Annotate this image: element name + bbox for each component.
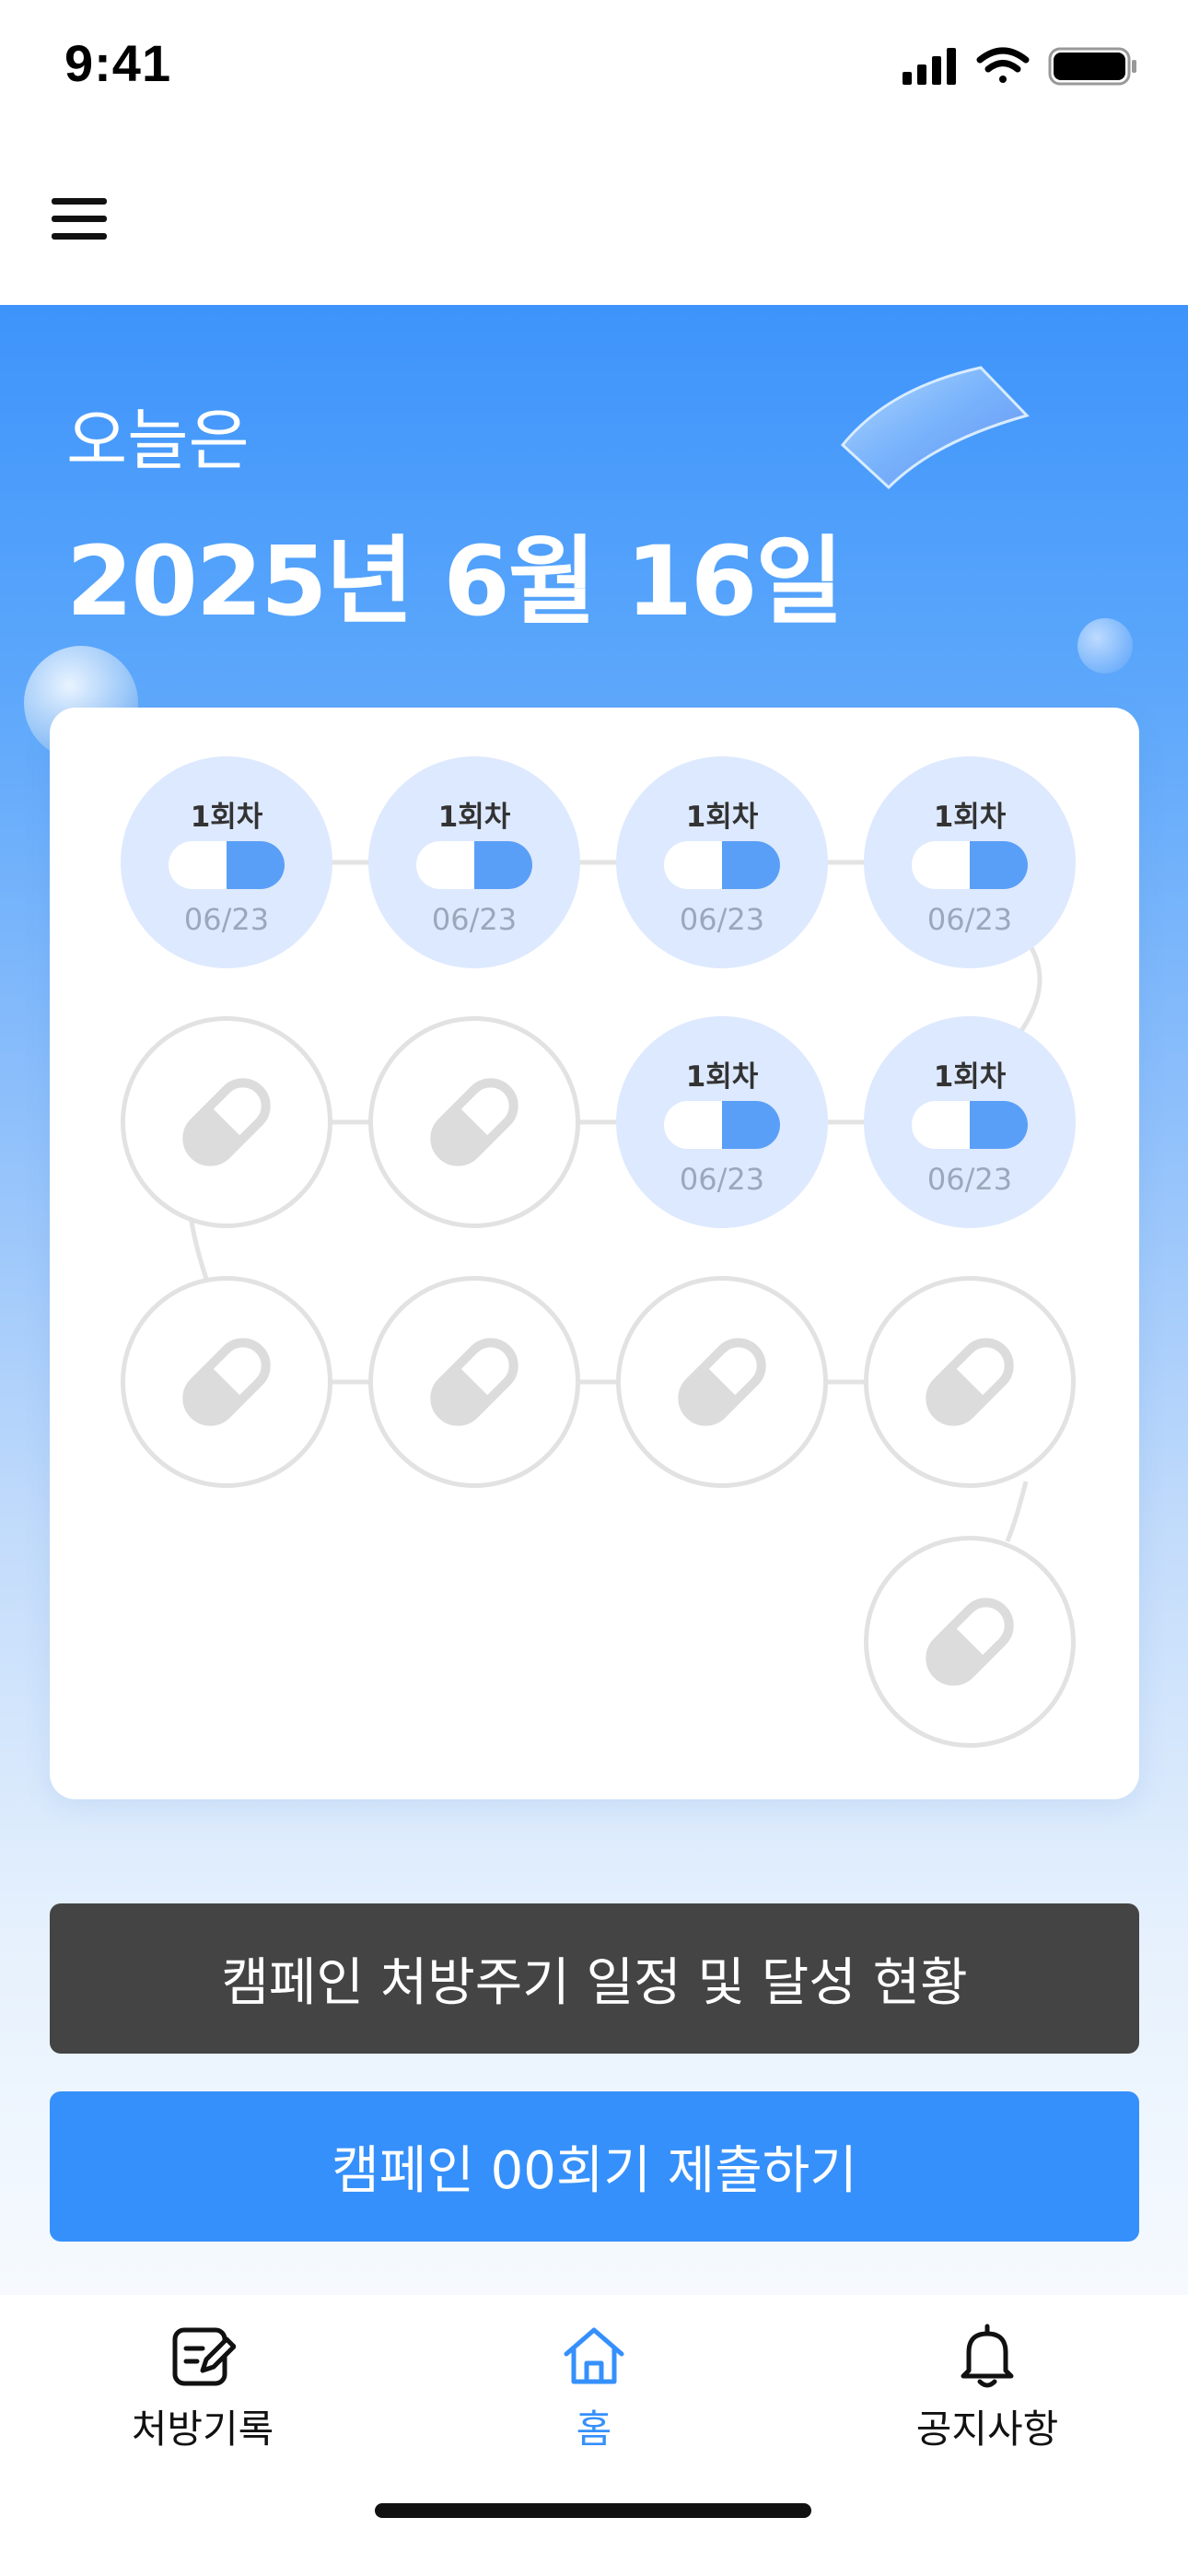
progress-node-done: 1회차 06/23	[864, 1016, 1076, 1228]
node-label: 1회차	[933, 801, 1007, 834]
today-date: 2025년 6월 16일	[66, 525, 844, 638]
home-indicator	[375, 2503, 811, 2518]
capsule-icon	[910, 839, 1030, 891]
node-date: 06/23	[679, 1162, 765, 1197]
capsule-outline-icon	[176, 1331, 277, 1433]
progress-node-done: 1회차 06/23	[368, 756, 580, 968]
bell-icon	[961, 2324, 1014, 2388]
campaign-submit-button[interactable]: 캠페인 00회기 제출하기	[50, 2091, 1139, 2242]
hamburger-icon[interactable]	[52, 198, 112, 244]
battery-icon	[1048, 47, 1136, 86]
status-icons	[903, 47, 1136, 86]
capsule-outline-icon	[919, 1591, 1020, 1692]
capsule-icon	[910, 1099, 1030, 1151]
capsule-icon	[662, 839, 782, 891]
node-label: 1회차	[437, 801, 511, 834]
tab-label: 처방기록	[131, 2406, 274, 2452]
hero-subtitle: 오늘은	[66, 402, 250, 479]
capsule-outline-icon	[919, 1331, 1020, 1433]
progress-node-pending	[368, 1276, 580, 1488]
progress-node-pending	[864, 1276, 1076, 1488]
progress-node-pending	[864, 1536, 1076, 1748]
capsule-icon	[167, 839, 286, 891]
campaign-schedule-button[interactable]: 캠페인 처방주기 일정 및 달성 현황	[50, 1903, 1139, 2054]
tab-home[interactable]: 홈	[483, 2323, 705, 2479]
decorative-glass-shape	[840, 366, 1030, 489]
cellular-signal-icon	[903, 48, 956, 85]
node-date: 06/23	[183, 902, 270, 937]
node-date: 06/23	[926, 1162, 1013, 1197]
bottom-tab-bar: 처방기록 홈 공지사항	[0, 2295, 1188, 2576]
progress-node-done: 1회차 06/23	[121, 756, 332, 968]
progress-node-done: 1회차 06/23	[864, 756, 1076, 968]
tab-label: 공지사항	[915, 2406, 1059, 2452]
progress-node-pending	[616, 1276, 828, 1488]
tab-label: 홈	[576, 2406, 612, 2452]
prescription-edit-icon	[172, 2327, 236, 2386]
node-date: 06/23	[431, 902, 518, 937]
node-label: 1회차	[685, 1060, 759, 1094]
app-header	[0, 134, 1188, 305]
tab-prescription-record[interactable]: 처방기록	[92, 2323, 313, 2479]
status-bar: 9:41	[0, 0, 1188, 134]
tab-notice[interactable]: 공지사항	[877, 2323, 1098, 2479]
capsule-outline-icon	[424, 1071, 525, 1173]
decorative-bubble	[1077, 618, 1133, 673]
capsule-outline-icon	[176, 1071, 277, 1173]
node-label: 1회차	[685, 801, 759, 834]
progress-node-pending	[121, 1276, 332, 1488]
progress-node-pending	[121, 1016, 332, 1228]
progress-node-done: 1회차 06/23	[616, 756, 828, 968]
node-label: 1회차	[933, 1060, 1007, 1094]
capsule-outline-icon	[671, 1331, 773, 1433]
node-date: 06/23	[926, 902, 1013, 937]
capsule-icon	[414, 839, 534, 891]
progress-node-pending	[368, 1016, 580, 1228]
progress-node-done: 1회차 06/23	[616, 1016, 828, 1228]
node-label: 1회차	[190, 801, 263, 834]
capsule-icon	[662, 1099, 782, 1151]
home-icon	[564, 2327, 624, 2384]
progress-card: 1회차 06/23 1회차 06/23 1회차 06/23 1회차 06/23 1회차 06/23…	[50, 708, 1139, 1799]
capsule-outline-icon	[424, 1331, 525, 1433]
node-date: 06/23	[679, 902, 765, 937]
status-time: 9:41	[64, 34, 172, 92]
wifi-icon	[976, 47, 1030, 83]
